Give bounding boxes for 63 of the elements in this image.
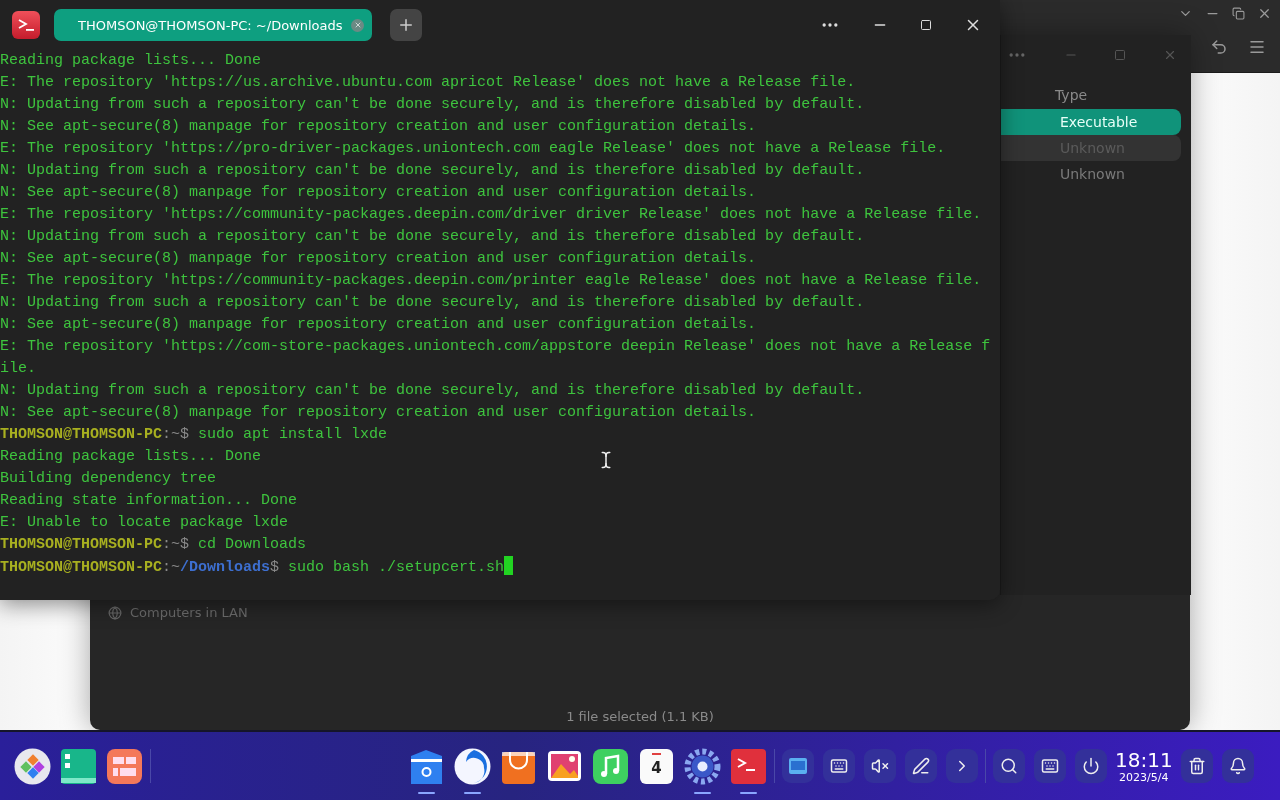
new-tab-button[interactable] [390, 9, 422, 41]
running-indicator [464, 791, 481, 794]
terminal-line: E: The repository 'https://com-store-packages.uniontech.com/appstore deepin Release' does not have a Release file. [0, 338, 991, 377]
terminal-line: Reading package lists... Done [0, 52, 262, 69]
pen-icon[interactable] [905, 749, 937, 783]
terminal-line: N: See apt-secure(8) manpage for repository creation and user configuration details. [0, 250, 757, 267]
terminal-line: N: See apt-secure(8) manpage for repository creation and user configuration details. [0, 118, 757, 135]
type-row[interactable]: Executable [1001, 109, 1181, 135]
running-indicator [740, 791, 757, 794]
terminal-line: Building dependency tree [0, 470, 217, 487]
terminal-tab[interactable]: THOMSON@THOMSON-PC: ~/Downloads [54, 9, 372, 41]
clock-time[interactable]: 18:11 [1115, 748, 1173, 771]
type-row[interactable]: Unknown [1001, 161, 1181, 187]
running-indicator [694, 791, 711, 794]
file-manager-icon[interactable] [408, 747, 445, 785]
terminal-line: Reading package lists... Done [0, 448, 262, 465]
clock-date[interactable]: 2023/5/4 [1119, 770, 1169, 784]
screenshot-icon[interactable] [782, 749, 814, 783]
browser-icon[interactable] [454, 747, 491, 785]
terminal-line: N: See apt-secure(8) manpage for repository creation and user configuration details. [0, 404, 757, 421]
terminal-line: N: See apt-secure(8) manpage for repository creation and user configuration details. [0, 316, 757, 333]
terminal-line: E: The repository 'https://pro-driver-packages.uniontech.com eagle Release' does not have a Release file. [0, 140, 946, 157]
terminal-line: N: Updating from such a repository can't be done securely, and is therefore disabled by default. [0, 162, 865, 179]
terminal-line: N: Updating from such a repository can't be done securely, and is therefore disabled by default. [0, 382, 865, 399]
terminal-line: N: Updating from such a repository can't be done securely, and is therefore disabled by default. [0, 228, 865, 245]
plus-icon [397, 16, 415, 34]
terminal-line: E: The repository 'https://us.archive.ubuntu.com apricot Release' does not have a Release file. [0, 74, 856, 91]
muted-speaker-icon[interactable] [864, 749, 896, 783]
undo-icon[interactable] [1210, 38, 1228, 56]
terminal-line: E: Unable to locate package lxde [0, 514, 289, 531]
column-header: Type [1055, 87, 1088, 103]
sidebar-item[interactable]: Computers in LAN [130, 605, 248, 620]
keyboard-icon[interactable] [823, 749, 855, 783]
menu-icon[interactable] [1248, 38, 1266, 56]
running-indicator [418, 791, 435, 794]
close-icon[interactable] [1257, 6, 1272, 21]
multitask-view-icon[interactable] [60, 747, 97, 785]
terminal-line: THOMSON@THOMSON-PC:~/Downloads$ sudo bash ./setupcert.sh [0, 559, 505, 576]
terminal-line: Reading state information... Done [0, 492, 298, 509]
terminal-line: E: The repository 'https://community-packages.deepin.com/printer eagle Release' does not have a Release file. [0, 272, 982, 289]
calendar-day: 4 [638, 758, 675, 777]
trash-icon[interactable] [1180, 749, 1213, 783]
restore-icon[interactable] [1232, 6, 1245, 21]
widgets-icon[interactable] [106, 747, 143, 785]
status-text: 1 file selected (1.1 KB) [566, 709, 714, 724]
search-icon[interactable] [993, 749, 1025, 783]
launcher-icon[interactable] [14, 747, 51, 785]
terminal-line: THOMSON@THOMSON-PC:~$ cd Downloads [0, 536, 307, 553]
globe-icon [108, 605, 122, 620]
terminal-line: E: The repository 'https://community-packages.deepin.com/driver driver Release' does not have a Release file. [0, 206, 982, 223]
power-icon[interactable] [1075, 749, 1107, 783]
gear-icon[interactable] [684, 747, 721, 785]
tab-close-icon[interactable] [351, 18, 364, 32]
bell-icon[interactable] [1221, 749, 1254, 783]
terminal-icon[interactable] [730, 747, 767, 785]
terminal-line: N: See apt-secure(8) manpage for repository creation and user configuration details. [0, 184, 757, 201]
keyboard-icon[interactable] [1034, 749, 1066, 783]
terminal-app-icon [12, 11, 40, 39]
terminal-line: N: Updating from such a repository can't be done securely, and is therefore disabled by default. [0, 294, 865, 311]
terminal-line: THOMSON@THOMSON-PC:~$ sudo apt install lxde [0, 426, 388, 443]
music-icon[interactable] [592, 747, 629, 785]
terminal-line: N: Updating from such a repository can't be done securely, and is therefore disabled by default. [0, 96, 865, 113]
calendar-icon[interactable] [638, 747, 675, 785]
